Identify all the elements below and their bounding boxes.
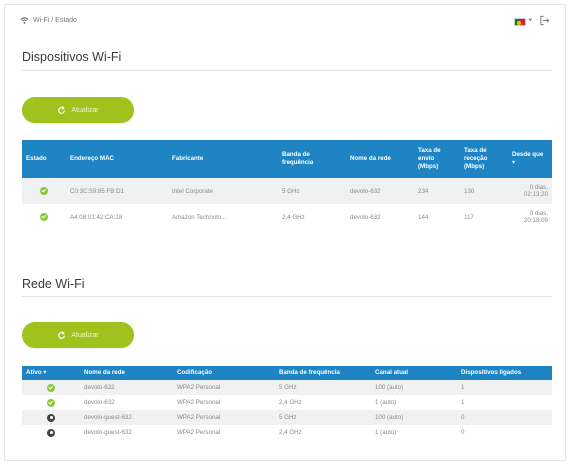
col-band[interactable]: Banda de frequência (275, 366, 371, 380)
table-row[interactable]: devolo-guest-632 WPA2 Personal 2,4 GHz 1… (22, 425, 552, 440)
divider (22, 296, 552, 297)
breadcrumb: Wi-Fi / Estado (20, 16, 77, 25)
refresh-networks-button[interactable]: Atualizar (22, 322, 134, 348)
check-circle-icon (40, 187, 48, 195)
check-circle-icon (40, 213, 48, 221)
col-devices[interactable]: Dispositivos ligados (457, 366, 552, 380)
table-row[interactable]: devolo-632 WPA2 Personal 2,4 GHz 1 (auto… (22, 395, 552, 410)
table-row[interactable]: devolo-632 WPA2 Personal 5 GHz 100 (auto… (22, 380, 552, 395)
col-encryption[interactable]: Codificação (173, 366, 275, 380)
col-ssid[interactable]: Nome da rede (80, 366, 173, 380)
refresh-icon (58, 105, 66, 114)
wifi-icon (20, 17, 29, 24)
table-row[interactable]: C0:3C:59:85:FB:D1 Intel Corporate 5 GHz … (22, 178, 552, 204)
devices-table: Estado Endereço MAC Fabricante Banda de … (22, 140, 552, 230)
col-channel[interactable]: Canal atual (371, 366, 457, 380)
col-active[interactable]: Ativo ▾ (22, 366, 80, 380)
col-band[interactable]: Banda de frequência (278, 140, 346, 178)
table-row[interactable]: devolo-guest-632 WPA2 Personal 5 GHz 100… (22, 410, 552, 425)
off-circle-icon[interactable] (47, 413, 55, 422)
devices-section-title: Dispositivos Wi-Fi (22, 50, 122, 64)
col-vendor[interactable]: Fabricante (168, 140, 278, 178)
top-bar: Wi-Fi / Estado ▾ (20, 14, 550, 30)
col-rx[interactable]: Taxa de receção (Mbps) (460, 140, 508, 178)
col-tx[interactable]: Taxa de envio (Mbps) (414, 140, 460, 178)
table-header-row: Estado Endereço MAC Fabricante Banda de … (22, 140, 552, 178)
portugal-flag-icon[interactable] (514, 18, 526, 26)
col-mac[interactable]: Endereço MAC (66, 140, 168, 178)
breadcrumb-text: Wi-Fi / Estado (33, 17, 77, 24)
chevron-down-icon[interactable]: ▾ (528, 16, 532, 24)
networks-table: Ativo ▾ Nome da rede Codificação Banda d… (22, 366, 552, 440)
col-since[interactable]: Desde que ▾ (508, 140, 552, 178)
logout-icon[interactable] (539, 15, 550, 26)
refresh-devices-button[interactable]: Atualizar (22, 97, 134, 123)
check-circle-icon[interactable] (47, 383, 55, 392)
networks-section-title: Rede Wi-Fi (22, 277, 85, 291)
table-header-row: Ativo ▾ Nome da rede Codificação Banda d… (22, 366, 552, 380)
col-ssid[interactable]: Nome da rede (346, 140, 414, 178)
off-circle-icon[interactable] (47, 428, 55, 437)
divider (22, 70, 552, 71)
refresh-icon (58, 330, 66, 339)
check-circle-icon[interactable] (47, 398, 55, 407)
col-status[interactable]: Estado (22, 140, 66, 178)
table-row[interactable]: A4:08:01:42:CA:18 Amazon Technolo... 2,4… (22, 204, 552, 230)
